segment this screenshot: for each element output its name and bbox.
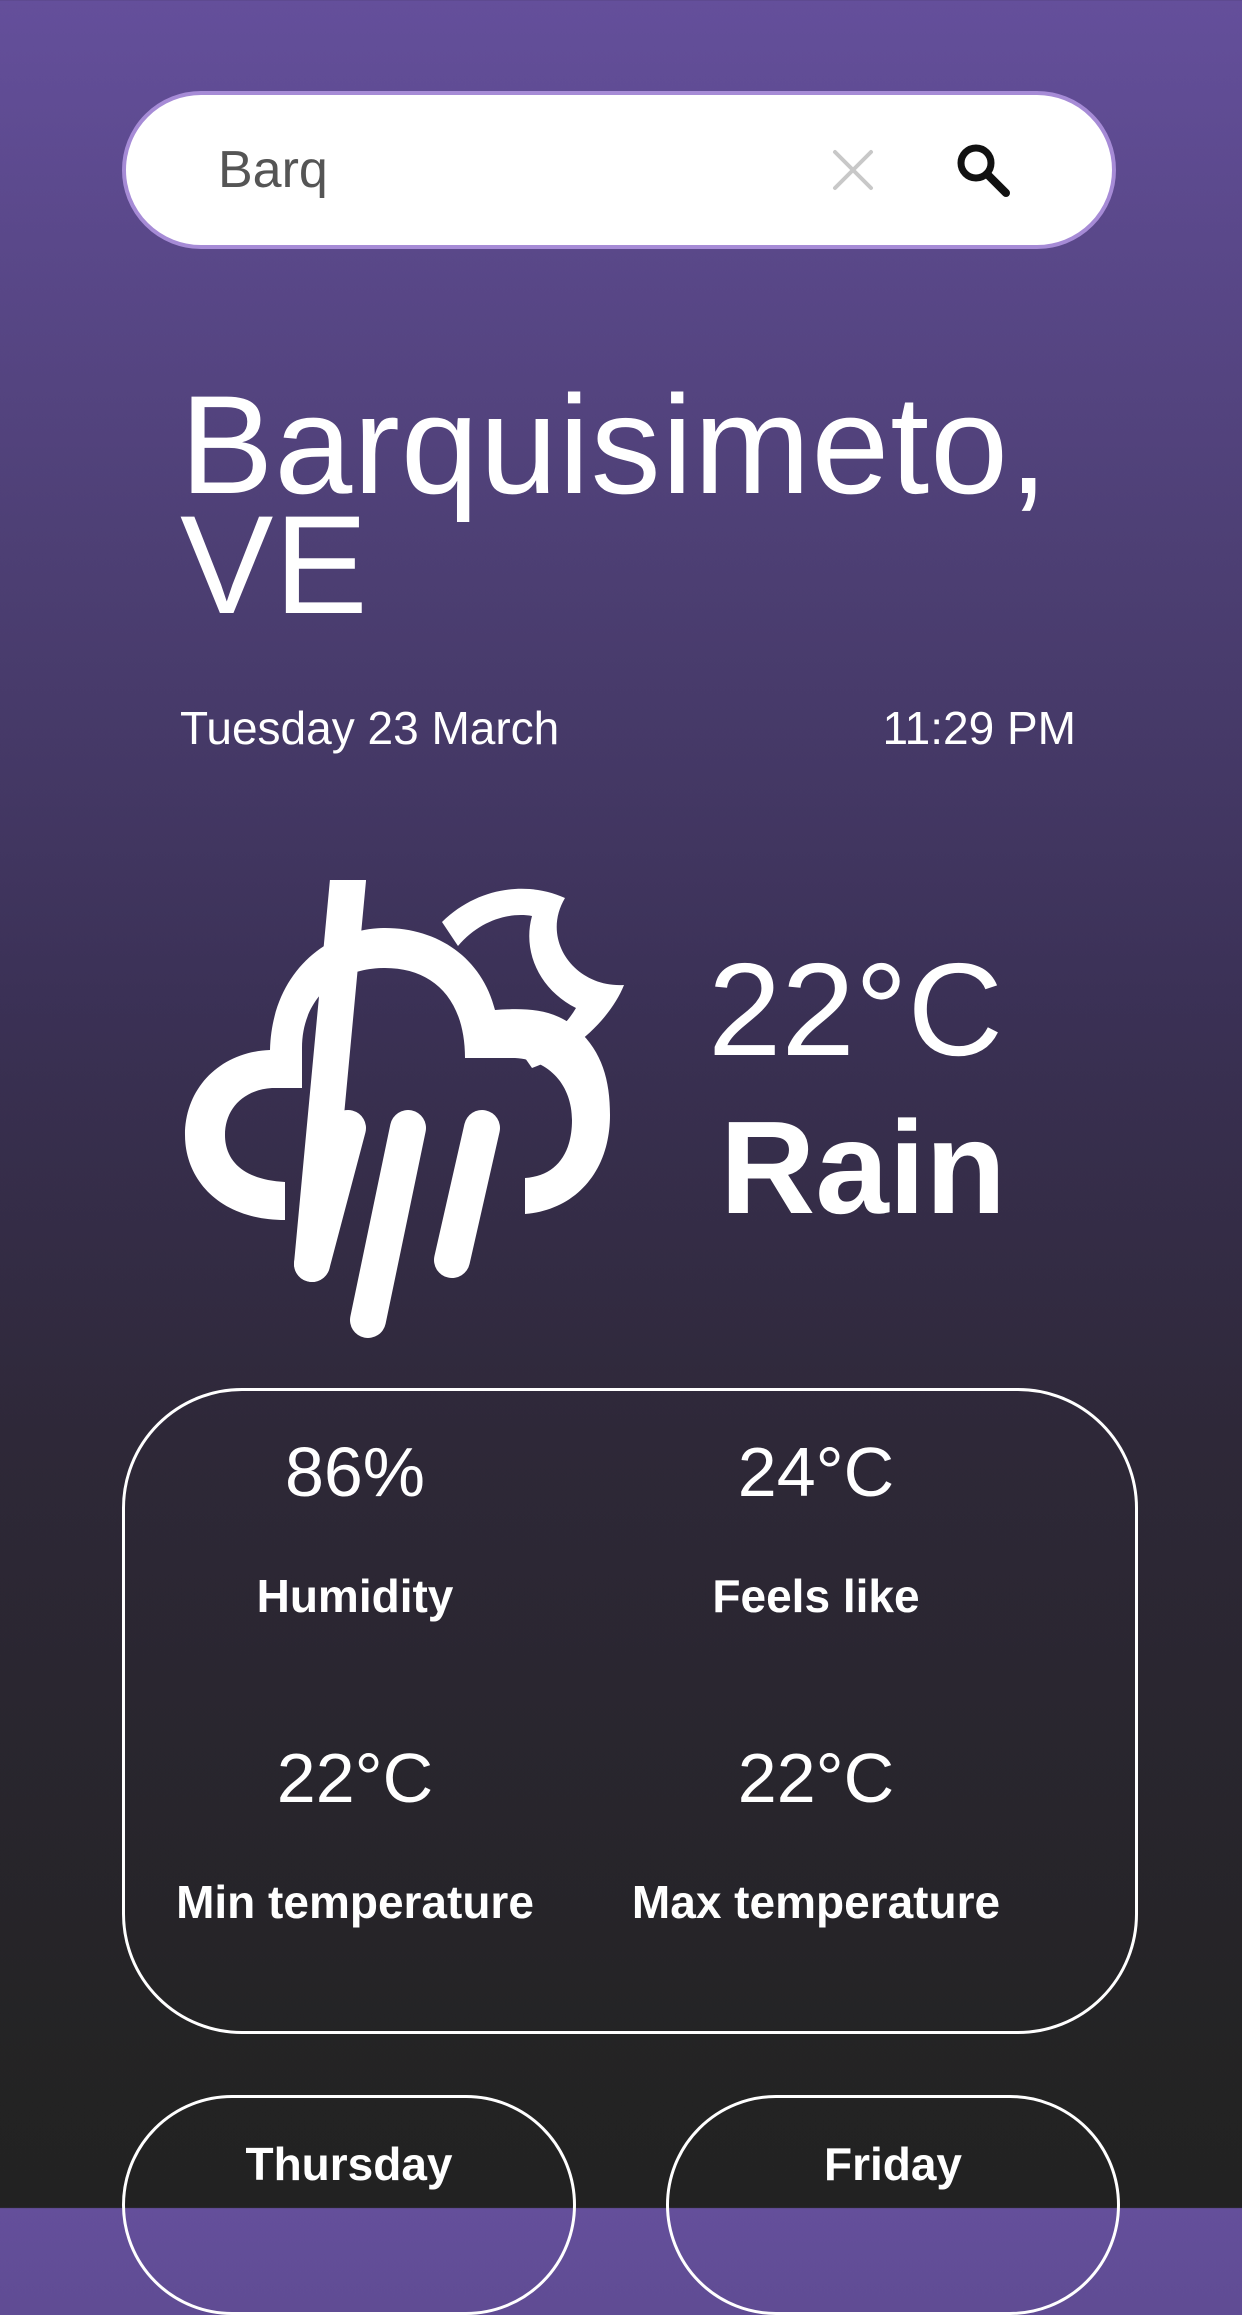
current-condition: Rain: [720, 1094, 1007, 1241]
current-date: Tuesday 23 March: [180, 702, 560, 754]
city-name: Barquisimeto, VE: [180, 366, 1049, 643]
search-button[interactable]: [940, 127, 1026, 213]
min-temperature-value: 22°C: [276, 1739, 434, 1817]
humidity-value: 86%: [284, 1433, 426, 1511]
forecast-card-thursday[interactable]: Thursday: [122, 2095, 576, 2315]
forecast-day-label: Friday: [823, 2138, 963, 2190]
current-temperature: 22°C: [708, 936, 1003, 1083]
humidity-label: Humidity: [256, 1570, 454, 1622]
humidity-detail: 86% Humidity: [125, 1432, 585, 1624]
forecast-card-friday[interactable]: Friday: [666, 2095, 1120, 2315]
min-temperature-label: Min temperature: [176, 1876, 534, 1928]
search-icon: [957, 144, 1010, 197]
feels-like-label: Feels like: [712, 1570, 920, 1622]
forecast-day-label: Thursday: [245, 2138, 453, 2190]
min-temperature-detail: 22°C Min temperature: [125, 1738, 585, 1930]
feels-like-value: 24°C: [737, 1433, 895, 1511]
cloud-moon-rain-icon: [185, 880, 624, 1338]
max-temperature-value: 22°C: [737, 1739, 895, 1817]
weather-details-card: 86% Humidity 24°C Feels like 22°C Min te…: [122, 1388, 1138, 2034]
feels-like-detail: 24°C Feels like: [586, 1432, 1046, 1624]
max-temperature-detail: 22°C Max temperature: [586, 1738, 1046, 1930]
close-icon: [833, 150, 873, 190]
search-input[interactable]: [218, 95, 858, 245]
current-time: 11:29 PM: [882, 702, 1076, 754]
search-bar: [122, 91, 1116, 249]
clear-search-button[interactable]: [816, 133, 890, 207]
max-temperature-label: Max temperature: [631, 1876, 1001, 1928]
